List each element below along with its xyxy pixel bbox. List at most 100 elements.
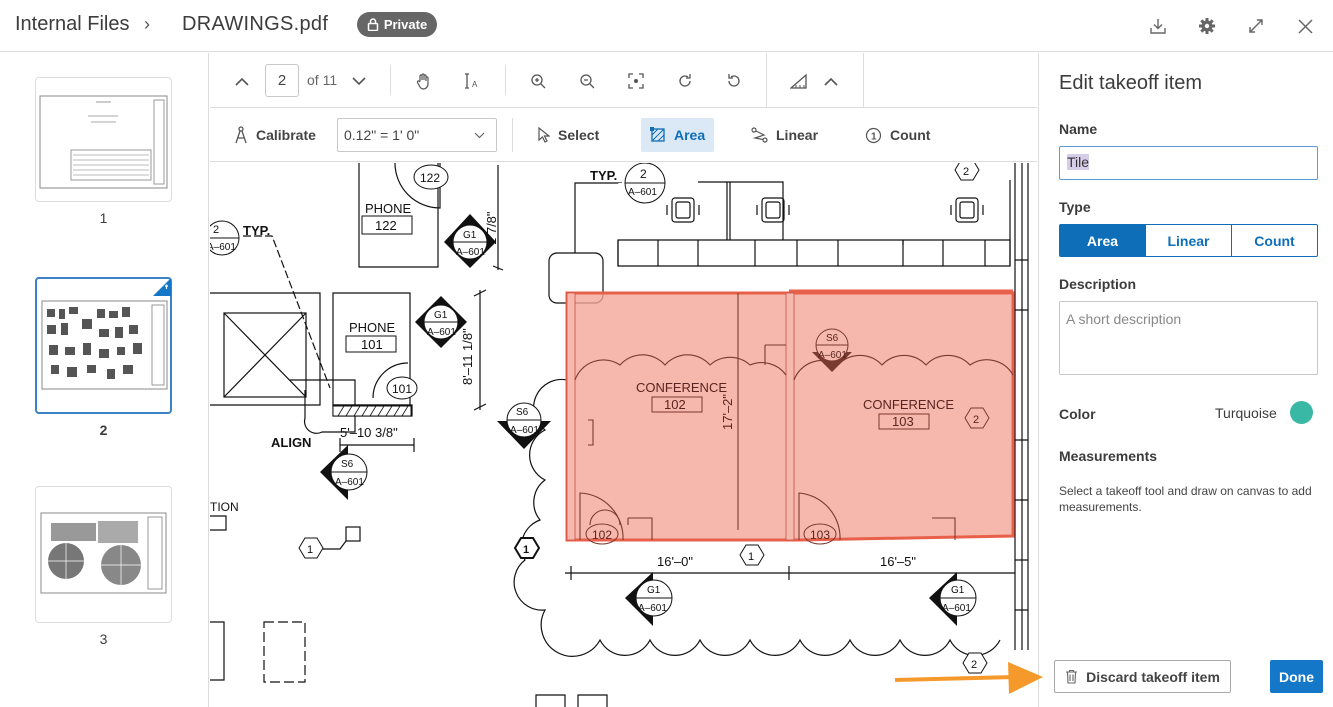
floor-plan-drawing[interactable]: PHONE 122 122 PHONE 101 101 2 A–601 TYP.… [210, 163, 1037, 707]
thumbnail-preview [39, 95, 168, 189]
breadcrumb-internal-files[interactable]: Internal Files [15, 13, 130, 36]
room-label: PHONE [365, 201, 412, 216]
linear-tool-button[interactable]: Linear [742, 118, 827, 152]
text-select-icon[interactable]: A [458, 68, 484, 94]
linear-tool-label: Linear [776, 127, 819, 143]
room-number: 103 [892, 414, 914, 429]
hex-tag: 1 [307, 544, 313, 556]
sheet-ref: A–601 [427, 327, 456, 338]
measurements-label: Measurements [1059, 448, 1158, 464]
area-icon [650, 127, 665, 142]
dimension-label: 17'–2" [720, 394, 735, 430]
drawing-canvas[interactable]: PHONE 122 122 PHONE 101 101 2 A–601 TYP.… [210, 163, 1037, 707]
color-swatch[interactable] [1290, 401, 1313, 424]
page-number-input[interactable]: 2 [265, 64, 299, 97]
name-input[interactable]: Tile [1059, 146, 1318, 180]
description-label: Description [1059, 276, 1137, 292]
section-number: S6 [341, 459, 354, 470]
sheet-ref: A–601 [942, 603, 971, 614]
color-label: Color [1059, 406, 1096, 422]
type-area-button[interactable]: Area [1060, 225, 1146, 256]
dimension-label: 16'–5" [880, 554, 916, 569]
description-textarea[interactable]: A short description [1059, 301, 1318, 375]
name-value: Tile [1067, 154, 1090, 170]
gear-icon[interactable] [1195, 14, 1219, 38]
door-tag: 102 [592, 528, 612, 542]
expand-icon[interactable] [1244, 14, 1268, 38]
room-number: 101 [361, 337, 383, 352]
measurements-hint: Select a takeoff tool and draw on canvas… [1059, 484, 1312, 514]
rotate-cw-icon[interactable] [672, 68, 698, 94]
note-label: TION [210, 500, 239, 514]
count-tool-button[interactable]: 1 Count [856, 118, 939, 152]
chevron-down-icon[interactable] [346, 68, 372, 94]
area-tool-button[interactable]: Area [641, 118, 715, 152]
thumbnail-preview [40, 512, 167, 594]
room-label: CONFERENCE [636, 380, 727, 395]
toolbar-divider [505, 65, 506, 95]
cursor-icon [538, 127, 550, 143]
compass-icon [235, 126, 247, 144]
thumbnail-page-2[interactable] [35, 277, 172, 414]
takeoff-area-shape[interactable]: CONFERENCE 102 CONFERENCE 103 102 103 S6… [565, 289, 1015, 545]
close-icon[interactable] [1293, 14, 1317, 38]
chevron-down-icon [474, 132, 485, 139]
thumbnail-page-number: 3 [99, 631, 108, 647]
done-button[interactable]: Done [1270, 660, 1323, 693]
sheet-ref: A–601 [638, 603, 667, 614]
toolbar-divider [863, 53, 864, 108]
page-count: of 11 [307, 72, 338, 88]
thumbnail-preview [41, 300, 168, 390]
scale-value: 0.12" = 1' 0" [344, 127, 420, 143]
count-tool-label: Count [890, 127, 931, 143]
thumbnail-page-1[interactable] [35, 77, 172, 202]
trash-icon [1066, 669, 1078, 684]
sheet-ref: A–601 [210, 242, 236, 253]
dimension-label: 8'–11 1/8" [460, 328, 475, 385]
pan-hand-icon[interactable] [411, 68, 437, 94]
scale-select[interactable]: 0.12" = 1' 0" [337, 118, 497, 152]
rotate-ccw-icon[interactable] [721, 68, 747, 94]
hex-tag: 1 [748, 551, 754, 563]
thumbnail-page-3[interactable] [35, 486, 172, 623]
room-label: CONFERENCE [863, 397, 954, 412]
dimension-label: 5'–10 3/8" [340, 425, 398, 440]
sheet-ref: A–601 [818, 350, 847, 361]
type-linear-button[interactable]: Linear [1146, 225, 1232, 256]
section-number: G1 [434, 310, 448, 321]
takeoff-corner-icon [153, 278, 171, 296]
name-label: Name [1059, 121, 1098, 137]
annotation-arrow [894, 662, 1043, 694]
color-name: Turquoise [1215, 405, 1277, 421]
zoom-out-icon[interactable] [574, 68, 600, 94]
type-count-button[interactable]: Count [1232, 225, 1317, 256]
section-number: G1 [463, 230, 477, 241]
room-label: PHONE [349, 320, 396, 335]
svg-text:A: A [472, 80, 478, 89]
select-tool-button[interactable]: Select [529, 118, 608, 152]
measure-icon[interactable] [786, 68, 812, 94]
hex-tag: 2 [963, 166, 969, 178]
calibrate-label: Calibrate [256, 127, 316, 143]
svg-text:1: 1 [871, 131, 877, 142]
download-icon[interactable] [1146, 14, 1170, 38]
sheet-ref: A–601 [510, 425, 539, 436]
chevron-up-icon[interactable] [818, 68, 844, 94]
sheet-ref: A–601 [456, 247, 485, 258]
chevron-up-icon[interactable] [229, 68, 255, 94]
calibrate-button[interactable]: Calibrate [225, 118, 325, 152]
thumbnail-page-number: 2 [99, 422, 108, 438]
discard-takeoff-button[interactable]: Discard takeoff item [1054, 660, 1231, 693]
hex-tag: 1 [523, 544, 529, 556]
private-badge: Private [357, 12, 437, 37]
fit-page-icon[interactable] [623, 68, 649, 94]
select-tool-label: Select [558, 127, 600, 143]
breadcrumb-separator: › [144, 14, 150, 34]
private-badge-label: Private [383, 17, 428, 32]
area-tool-label: Area [674, 127, 706, 143]
panel-title: Edit takeoff item [1059, 72, 1203, 94]
file-name: DRAWINGS.pdf [182, 13, 329, 35]
zoom-in-icon[interactable] [525, 68, 551, 94]
door-tag: 122 [420, 171, 440, 185]
toolbar-divider [390, 65, 391, 95]
